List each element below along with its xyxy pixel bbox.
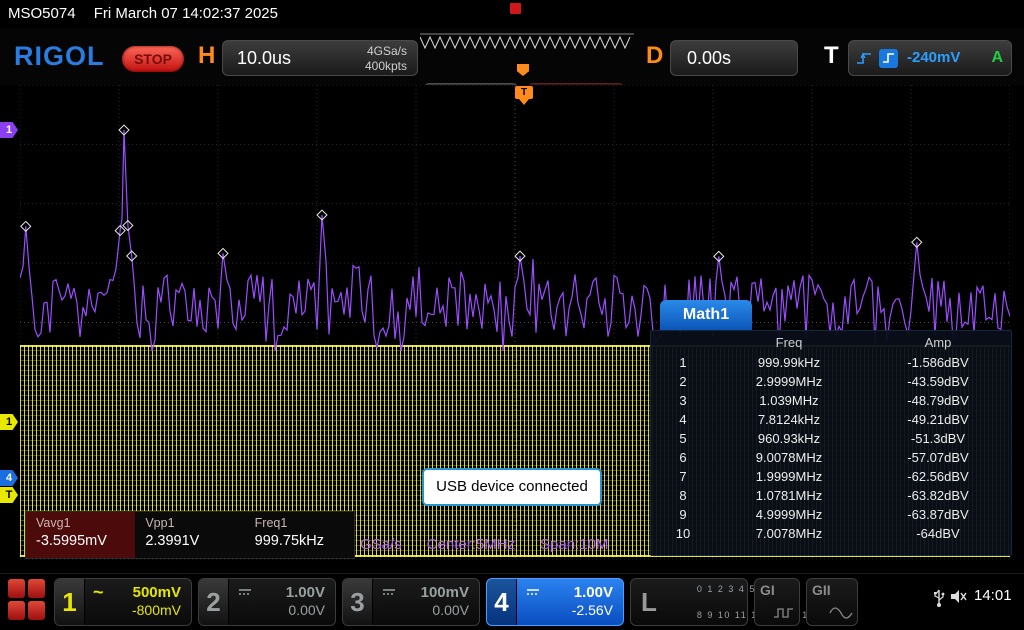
ch1-ac-coupling-icon: ~ <box>93 582 104 603</box>
fft-status-text: GSa/s Center:5MHz Span:10M <box>360 536 648 553</box>
delay-label: D <box>646 42 663 70</box>
ch2-offset: 0.00V <box>288 602 325 620</box>
ch3-scale: 100mV <box>421 584 469 601</box>
ch1-scale: 500mV <box>133 584 181 601</box>
freq-column-header: Freq <box>715 333 863 353</box>
trigger-position-icon <box>510 3 521 14</box>
ch3-dc-coupling-icon <box>381 587 397 597</box>
trigger-mode-badge: A <box>991 41 1003 75</box>
measurement-vpp1[interactable]: Vpp1 2.3991V <box>135 512 244 558</box>
trigger-level-marker[interactable]: T <box>0 487 18 503</box>
delay-button[interactable]: 0.00s <box>670 40 798 76</box>
gen2-label: GII <box>812 582 831 598</box>
measurement-freq1[interactable]: Freq1 999.75kHz <box>245 512 354 558</box>
peak-table-row: 47.8124kHz-49.21dBV <box>651 410 1011 429</box>
square-wave-icon <box>773 606 795 620</box>
gen2-button[interactable]: GII <box>806 578 858 626</box>
channel1-button[interactable]: 1 ~ 500mV -800mV <box>54 578 192 626</box>
ch3-offset: 0.00V <box>432 602 469 620</box>
channel-bar: 1 ~ 500mV -800mV 2 1.00V 0. <box>0 573 1024 630</box>
peak-table-row: 1999.99kHz-1.586dBV <box>651 353 1011 372</box>
horizontal-label: H <box>198 42 215 70</box>
run-state-badge[interactable]: STOP <box>122 46 184 72</box>
preview-trigger-marker[interactable] <box>517 64 529 76</box>
usb-toast: USB device connected <box>422 468 602 506</box>
logic-channels-button[interactable]: L 0 1 2 3 4 5 6 7 8 9 10 11 12 13 14 15 <box>630 578 748 626</box>
peak-table-row: 31.039MHz-48.79dBV <box>651 391 1011 410</box>
delay-value: 0.00s <box>687 41 731 75</box>
ch4-dc-coupling-icon <box>525 587 541 597</box>
clock: 14:01 <box>974 587 1012 604</box>
timebase-button[interactable]: 10.0us 4GSa/s 400kpts <box>222 40 418 76</box>
peak-table-body: Freq Amp 1999.99kHz-1.586dBV22.9999MHz-4… <box>650 330 1012 556</box>
speaker-mute-icon[interactable] <box>950 588 968 606</box>
channel4-button[interactable]: 4 1.00V -2.56V <box>486 578 624 626</box>
logic-label: L <box>641 587 657 618</box>
trigger-button[interactable]: -240mV A <box>848 40 1012 76</box>
waveform-preview-strip[interactable] <box>420 33 634 51</box>
trigger-position-marker[interactable]: T <box>515 86 533 105</box>
peak-table-row: 94.9999MHz-63.87dBV <box>651 505 1011 524</box>
amp-column-header: Amp <box>863 333 1013 353</box>
ch1-ground-marker[interactable]: 1 <box>0 414 18 430</box>
timebase-value: 10.0us <box>237 41 291 75</box>
header-bar: RIGOL STOP H 10.0us 4GSa/s 400kpts Measu… <box>0 28 1024 85</box>
ch4-scale: 1.00V <box>574 584 613 601</box>
model-name: MSO5074 <box>8 5 76 22</box>
trigger-level-value: -240mV <box>907 41 960 75</box>
ch1-offset: -800mV <box>132 602 181 620</box>
channel2-number: 2 <box>199 579 229 625</box>
peak-table-row: 69.0078MHz-57.07dBV <box>651 448 1011 467</box>
trigger-label: T <box>824 42 839 70</box>
menu-button[interactable] <box>8 579 48 623</box>
rigol-logo: RIGOL <box>14 41 105 72</box>
peak-table-row: 107.0078MHz-64dBV <box>651 524 1011 543</box>
gen1-label: GI <box>760 582 775 598</box>
sine-wave-icon <box>829 606 853 620</box>
ch2-scale: 1.00V <box>286 584 325 601</box>
peak-table-row: 5960.93kHz-51.3dBV <box>651 429 1011 448</box>
oscilloscope-screen: MSO5074 Fri March 07 14:02:37 2025 RIGOL… <box>0 0 1024 630</box>
trigger-type-icon <box>879 49 898 68</box>
channel3-number: 3 <box>343 579 373 625</box>
usb-icon <box>932 588 946 608</box>
ch4-ground-marker[interactable]: 4 <box>0 470 18 486</box>
peak-table-row: 81.0781MHz-63.82dBV <box>651 486 1011 505</box>
peak-table-header: Freq Amp <box>651 333 1011 353</box>
channel2-button[interactable]: 2 1.00V 0.00V <box>198 578 336 626</box>
channel3-button[interactable]: 3 100mV 0.00V <box>342 578 480 626</box>
trigger-slope-icon <box>855 50 875 66</box>
channel1-number: 1 <box>55 579 85 625</box>
math1-ref-marker[interactable]: 1 <box>0 122 18 138</box>
peak-table-row: 71.9999MHz-62.56dBV <box>651 467 1011 486</box>
peak-table-row: 22.9999MHz-43.59dBV <box>651 372 1011 391</box>
measurement-box: Vavg1 -3.5995mV Vpp1 2.3991V Freq1 999.7… <box>25 511 355 559</box>
ch2-dc-coupling-icon <box>237 587 253 597</box>
ch4-offset: -2.56V <box>572 602 613 620</box>
sample-rate: 4GSa/s <box>367 44 407 58</box>
gen1-button[interactable]: GI <box>754 578 800 626</box>
math1-tab[interactable]: Math1 <box>660 300 752 330</box>
datetime: Fri March 07 14:02:37 2025 <box>94 5 278 22</box>
measurement-vavg1[interactable]: Vavg1 -3.5995mV <box>26 512 135 558</box>
channel4-number: 4 <box>487 579 517 625</box>
memory-depth: 400kpts <box>365 59 407 73</box>
math1-peak-table: Math1 Freq Amp 1999.99kHz-1.586dBV22.999… <box>650 300 1012 556</box>
